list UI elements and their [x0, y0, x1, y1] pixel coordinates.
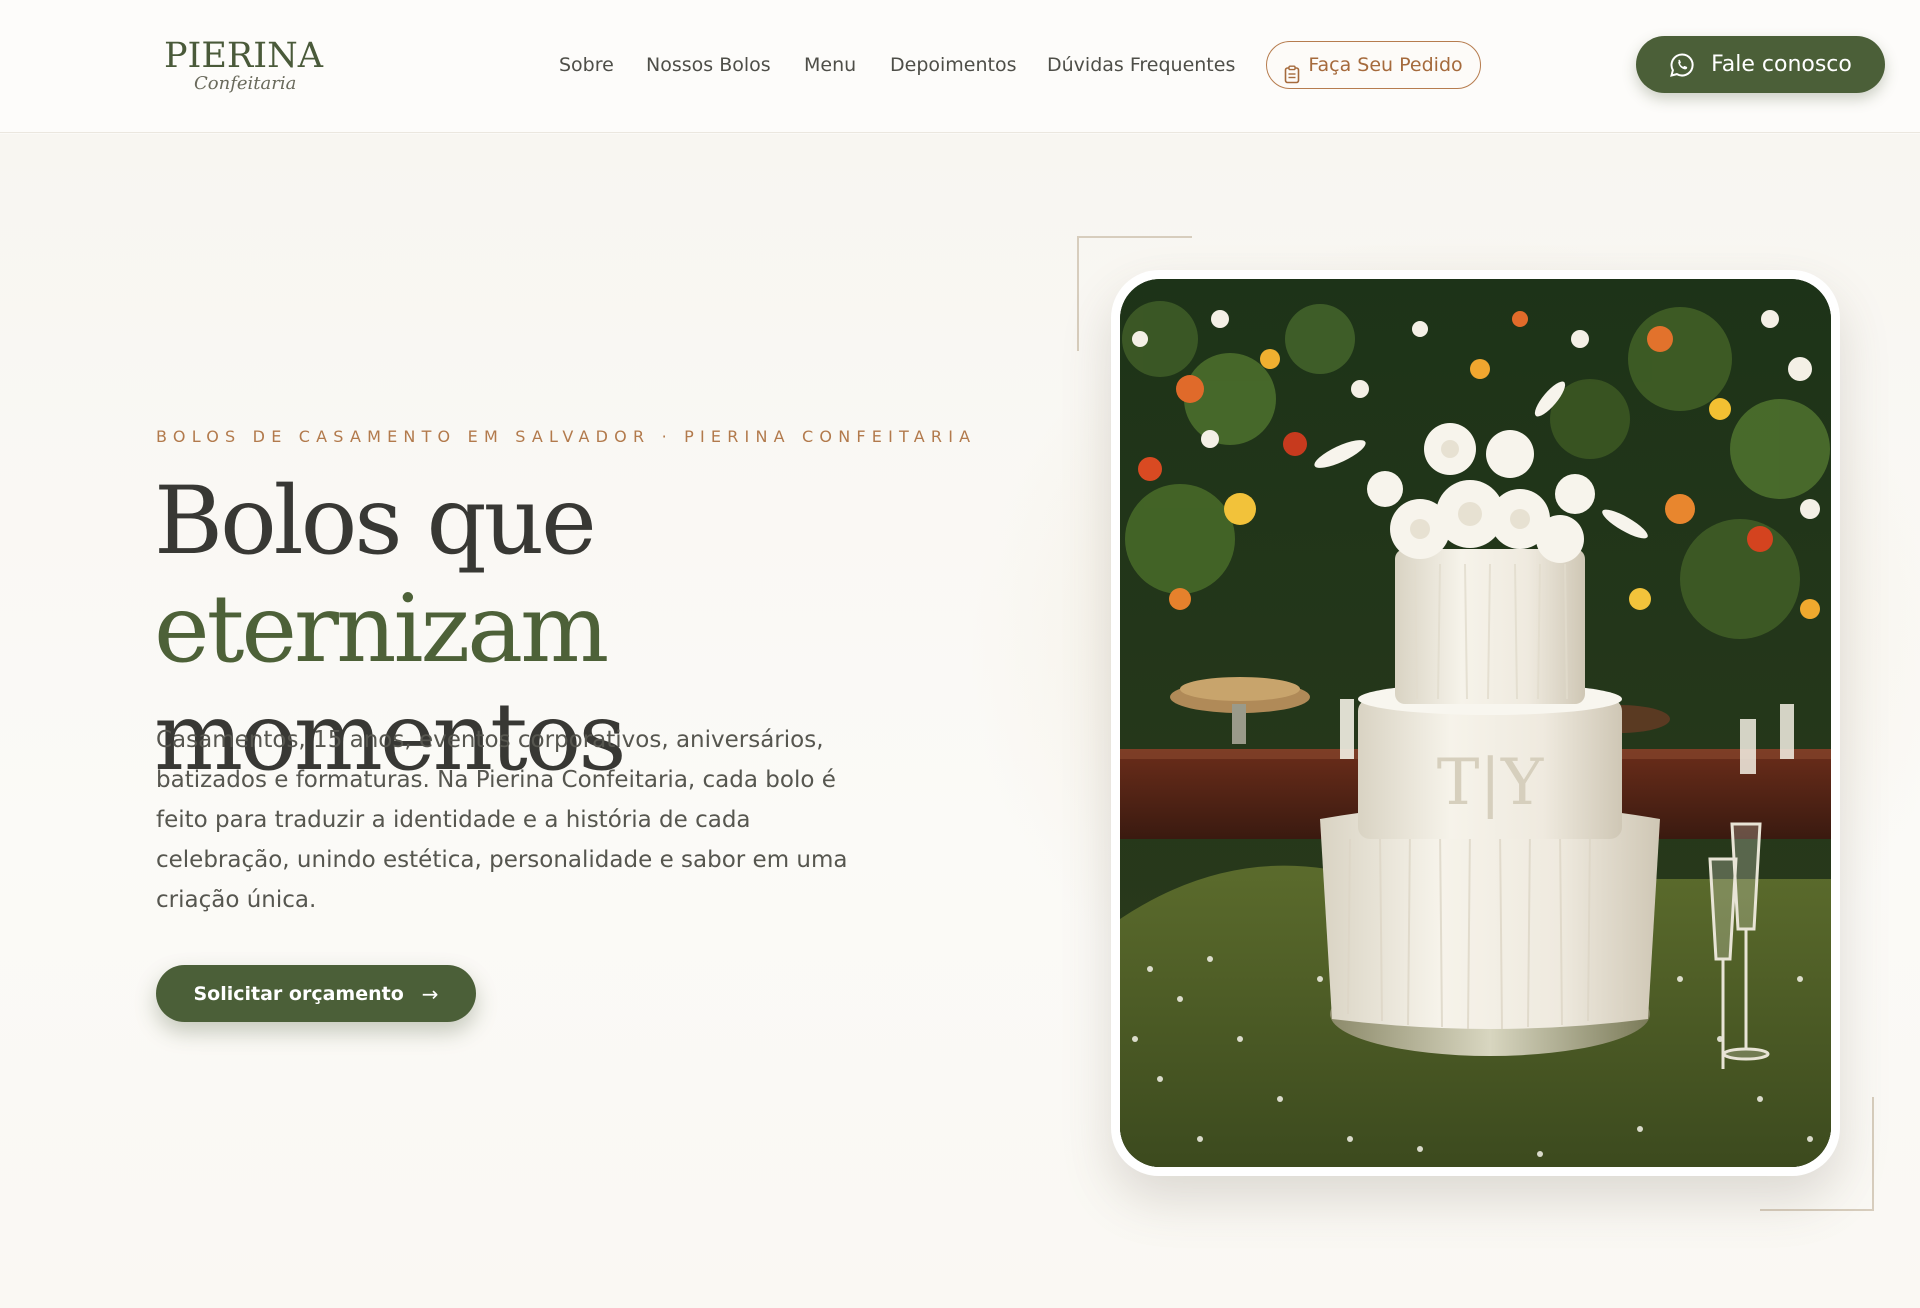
contact-button-label: Fale conosco: [1711, 52, 1852, 77]
nav-link-depoimentos[interactable]: Depoimentos: [890, 48, 1017, 82]
nav-link-menu[interactable]: Menu: [804, 48, 856, 82]
nav-link-nossos-bolos[interactable]: Nossos Bolos: [646, 48, 771, 82]
wedding-cake-photo: T|Y: [1120, 279, 1831, 1167]
wedding-cake-illustration: T|Y: [1120, 279, 1831, 1167]
request-quote-label: Solicitar orçamento: [193, 982, 404, 1005]
whatsapp-icon: [1669, 52, 1695, 78]
contact-button[interactable]: Fale conosco: [1636, 36, 1885, 93]
cake-monogram: T|Y: [1437, 746, 1544, 820]
request-quote-button[interactable]: Solicitar orçamento →: [156, 965, 476, 1022]
hero-description: Casamentos, 15 anos, eventos corporativo…: [156, 727, 848, 913]
headline-part1: Bolos que: [154, 467, 597, 576]
headline-accent: eternizam: [154, 575, 609, 684]
brand-logo[interactable]: PIERINA Confeitaria: [164, 34, 323, 104]
site-header: PIERINA Confeitaria Sobre Nossos Bolos M…: [0, 0, 1920, 133]
hero-eyebrow: BOLOS DE CASAMENTO EM SALVADOR · PIERINA…: [156, 427, 977, 446]
nav-link-sobre[interactable]: Sobre: [559, 48, 614, 82]
nav-link-duvidas[interactable]: Dúvidas Frequentes: [1047, 48, 1235, 82]
brand-tagline: Confeitaria: [194, 73, 297, 94]
clipboard-icon: [1284, 56, 1300, 83]
order-button-label: Faça Seu Pedido: [1308, 53, 1463, 76]
order-button[interactable]: Faça Seu Pedido: [1266, 41, 1481, 89]
arrow-right-icon: →: [421, 981, 439, 1006]
